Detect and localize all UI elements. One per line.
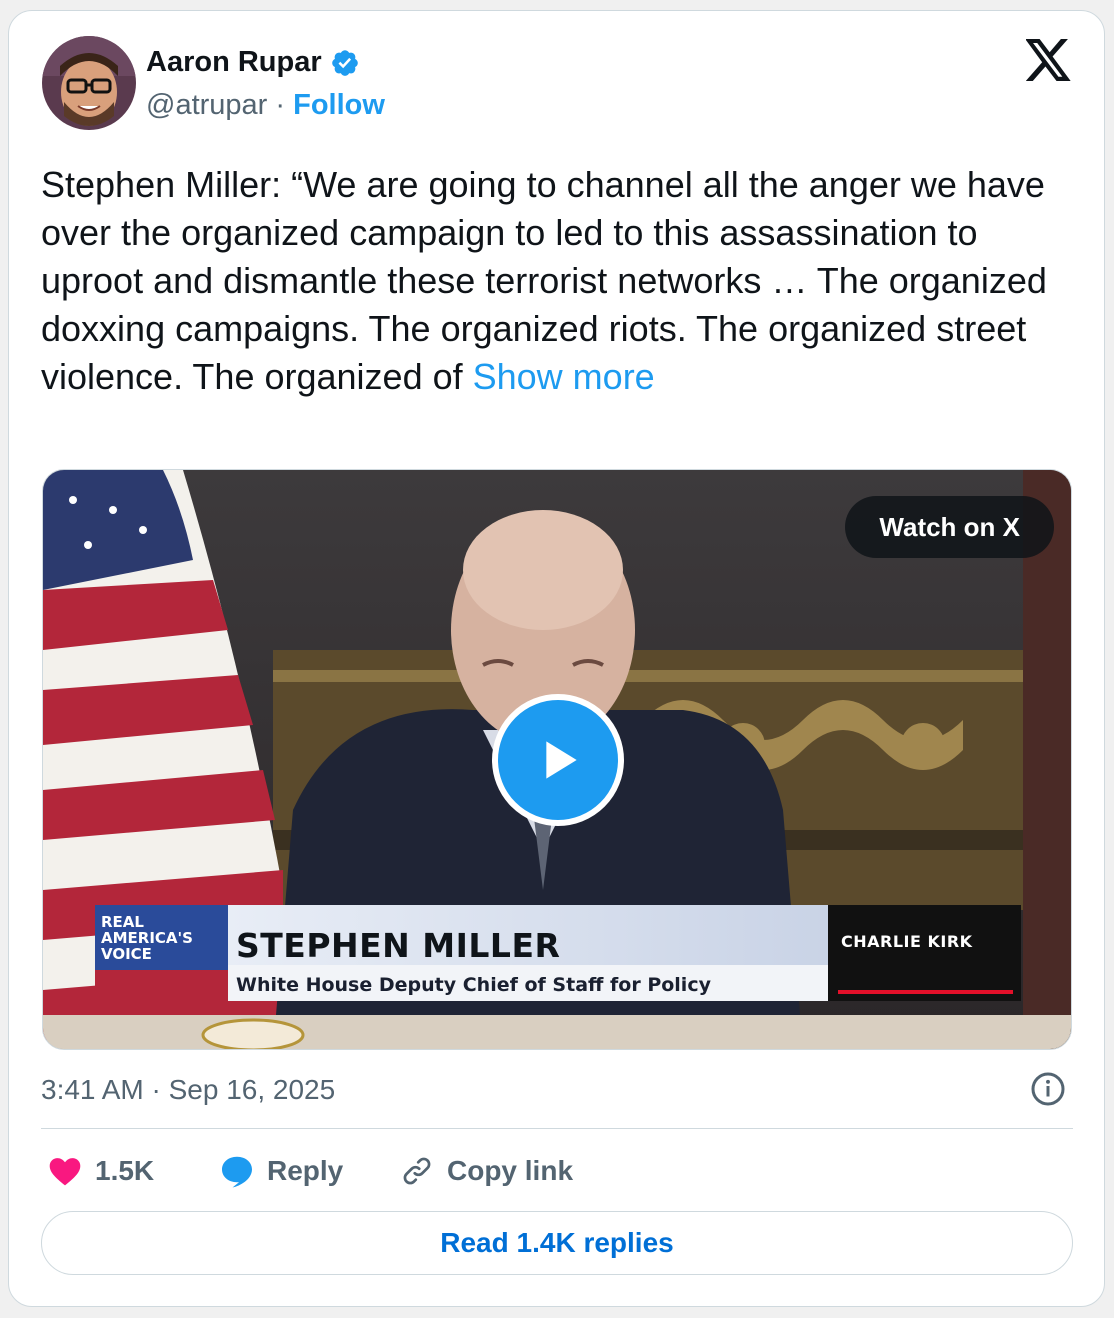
handle-row: @atrupar · Follow [146, 89, 385, 122]
like-count: 1.5K [95, 1155, 155, 1186]
x-logo-icon[interactable] [1025, 39, 1072, 81]
tweet-timestamp[interactable]: 3:41 AM · Sep 16, 2025 [41, 1074, 335, 1106]
avatar[interactable] [42, 36, 136, 130]
read-replies-button[interactable]: Read 1.4K replies [41, 1211, 1073, 1275]
reply-label: Reply [267, 1155, 344, 1186]
tweet-card: Aaron Rupar @atrupar · Follow Stephen Mi… [8, 10, 1105, 1307]
verified-badge-icon [330, 48, 360, 78]
lower-third-title: White House Deputy Chief of Staff for Po… [236, 974, 711, 996]
author-name[interactable]: Aaron Rupar [146, 46, 360, 79]
follow-button[interactable]: Follow [293, 89, 385, 121]
show-logo: CHARLIE KIRK [841, 932, 973, 951]
lower-third-name: STEPHEN MILLER [236, 926, 561, 965]
copy-link-label: Copy link [447, 1155, 574, 1186]
tweet-text: Stephen Miller: “We are going to channel… [41, 161, 1051, 401]
play-button[interactable] [492, 694, 624, 826]
copy-link-button[interactable]: Copy link [399, 1151, 573, 1191]
handle-separator: · [275, 89, 286, 121]
network-logo: REAL AMERICA'S VOICE [101, 913, 193, 963]
link-icon [403, 1157, 431, 1185]
reply-button[interactable]: Reply [219, 1151, 343, 1191]
watch-on-x-button[interactable]: Watch on X [845, 496, 1054, 558]
divider [41, 1128, 1073, 1129]
video-player[interactable]: REAL AMERICA'S VOICE STEPHEN MILLER Whit… [42, 469, 1072, 1050]
like-button[interactable]: 1.5K [47, 1151, 154, 1191]
play-icon [546, 741, 577, 779]
reply-bubble-icon [222, 1156, 252, 1188]
show-more-link[interactable]: Show more [473, 356, 655, 397]
author-name-text[interactable]: Aaron Rupar [146, 46, 322, 79]
heart-icon [49, 1158, 81, 1186]
info-icon[interactable] [1030, 1071, 1066, 1107]
author-handle[interactable]: @atrupar [146, 89, 267, 121]
